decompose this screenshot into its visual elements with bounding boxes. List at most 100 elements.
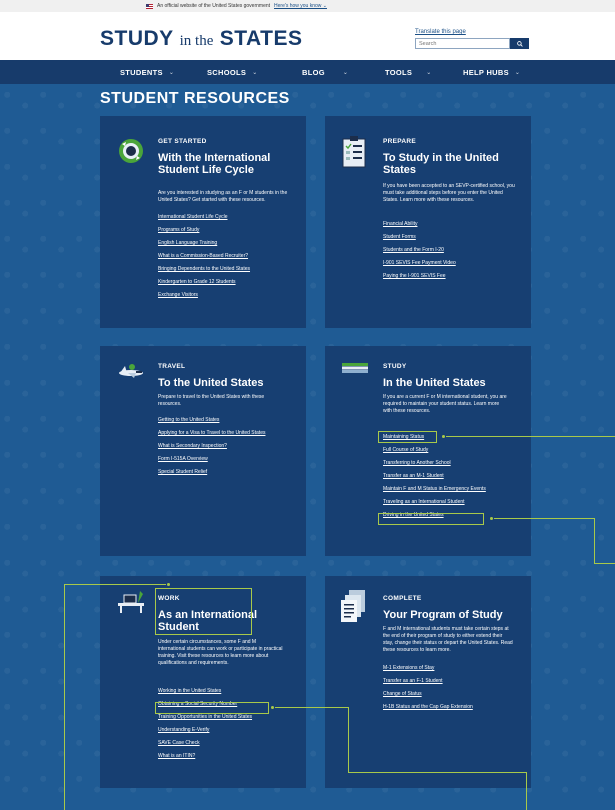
link-traveling-as-international-student[interactable]: Traveling as an International Student [383, 499, 508, 506]
card-eyebrow: WORK [158, 595, 180, 602]
card-eyebrow: STUDY [383, 363, 407, 370]
card-description: Prepare to travel to the United States w… [158, 394, 265, 407]
link-full-course-of-study[interactable]: Full Course of Study [383, 447, 508, 454]
chevron-down-icon: ⌄ [514, 69, 521, 76]
site-header: STUDY in the STATES Translate this page [0, 12, 615, 60]
link-secondary-inspection[interactable]: What is Secondary Inspection? [158, 443, 286, 450]
nav-students[interactable]: STUDENTS ⌄ [120, 68, 174, 77]
chevron-down-icon: ⌄ [426, 69, 432, 76]
card-heading: To the United States [158, 377, 264, 389]
nav-schools[interactable]: SCHOOLS ⌄ [207, 68, 258, 77]
callout-line [526, 772, 527, 810]
link-maintain-status-emergency[interactable]: Maintain F and M Status in Emergency Eve… [383, 486, 508, 493]
chevron-down-icon: ⌄ [252, 69, 258, 76]
link-paying-i901-sevis-fee[interactable]: Paying the I-901 SEVIS Fee [383, 273, 456, 280]
callout-line [594, 563, 615, 564]
search-button[interactable] [510, 38, 529, 49]
heres-how-you-know-link[interactable]: Here's how you know ⌄ [274, 3, 327, 9]
nav-students-label: STUDENTS [120, 67, 163, 77]
card-links: International Student Life Cycle Program… [158, 214, 250, 305]
card-description: F and M international students must take… [383, 626, 513, 653]
card-links: Financial Ability Student Forms Students… [383, 221, 456, 286]
callout-dot [166, 582, 171, 587]
link-international-student-life-cycle[interactable]: International Student Life Cycle [158, 214, 250, 221]
nav-help-hubs[interactable]: HELP HUBS ⌄ [463, 68, 520, 77]
callout-line [594, 518, 595, 563]
card-description: If you are a current F or M internationa… [383, 394, 507, 414]
link-obtaining-social-security-number[interactable]: Obtaining a Social Security Number [158, 701, 288, 708]
card-heading: With the International Student Life Cycl… [158, 152, 271, 176]
link-transfer-as-f1-student[interactable]: Transfer as an F-1 Student [383, 678, 513, 685]
nav-help-hubs-label: HELP HUBS [463, 67, 509, 77]
link-exchange-visitors[interactable]: Exchange Visitors [158, 292, 250, 299]
airplane-icon [119, 364, 143, 378]
link-student-forms[interactable]: Student Forms [383, 234, 456, 241]
search-input[interactable] [415, 38, 510, 49]
logo-study: STUDY [100, 27, 174, 50]
chevron-down-icon: ⌄ [342, 69, 349, 76]
translate-link[interactable]: Translate this page [415, 29, 466, 35]
card-eyebrow: COMPLETE [383, 595, 422, 602]
callout-line [348, 707, 349, 773]
link-form-i515a-overview[interactable]: Form I-515A Overview [158, 456, 286, 463]
card-heading: As an International Student [158, 609, 258, 633]
link-financial-ability[interactable]: Financial Ability [383, 221, 456, 228]
card-eyebrow: TRAVEL [158, 363, 186, 370]
nav-tools-label: TOOLS [385, 67, 413, 77]
link-commission-based-recruiter[interactable]: What is a Commission-Based Recruiter? [158, 253, 250, 260]
callout-line [275, 707, 349, 708]
gov-banner: An official website of the United States… [0, 0, 615, 12]
logo-in-the: in the [179, 33, 214, 49]
link-english-language-training[interactable]: English Language Training [158, 240, 250, 247]
link-transfer-as-m1-student[interactable]: Transfer as an M-1 Student [383, 473, 508, 480]
clipboard-checklist-icon [342, 136, 366, 168]
nav-blog[interactable]: BLOG ⌄ [302, 68, 348, 77]
card-heading: To Study in the United States [383, 152, 499, 176]
link-working-in-united-states[interactable]: Working in the United States [158, 688, 288, 695]
link-understanding-e-verify[interactable]: Understanding E-Verify [158, 727, 288, 734]
link-m1-extensions-of-stay[interactable]: M-1 Extensions of Stay [383, 665, 513, 672]
card-prepare: PREPARE To Study in the United States If… [325, 116, 531, 328]
link-bringing-dependents[interactable]: Bringing Dependents to the United States [158, 266, 250, 273]
card-links: Maintaining Status Full Course of Study … [383, 434, 508, 525]
search-form [415, 38, 529, 49]
chevron-down-icon: ⌄ [168, 69, 175, 76]
link-special-student-relief[interactable]: Special Student Relief [158, 469, 286, 476]
card-travel: TRAVEL To the United States Prepare to t… [100, 346, 306, 556]
link-what-is-itin[interactable]: What is an ITIN? [158, 753, 288, 760]
site-logo[interactable]: STUDY in the STATES [100, 27, 302, 51]
link-save-case-check[interactable]: SAVE Case Check [158, 740, 288, 747]
link-h1b-cap-gap-extension[interactable]: H-1B Status and the Cap Gap Extension [383, 704, 513, 711]
books-icon [342, 363, 368, 373]
logo-states: STATES [219, 27, 303, 50]
link-programs-of-study[interactable]: Programs of Study [158, 227, 250, 234]
card-work: WORK As an International Student Under c… [100, 576, 306, 788]
nav-schools-label: SCHOOLS [207, 67, 247, 77]
card-heading: Your Program of Study [383, 609, 503, 621]
link-i901-sevis-fee-video[interactable]: I-901 SEVIS Fee Payment Video [383, 260, 456, 267]
link-getting-to-united-states[interactable]: Getting to the United States [158, 417, 286, 424]
search-icon [516, 40, 523, 47]
work-desk-icon [118, 591, 144, 613]
nav-tools[interactable]: TOOLS ⌄ [385, 68, 432, 77]
card-links: Getting to the United States Applying fo… [158, 417, 286, 482]
link-change-of-status[interactable]: Change of Status [383, 691, 513, 698]
callout-line [446, 436, 615, 437]
card-links: M-1 Extensions of Stay Transfer as an F-… [383, 665, 513, 717]
card-links: Working in the United States Obtaining a… [158, 688, 288, 766]
card-get-started: GET STARTED With the International Stude… [100, 116, 306, 328]
main-nav: STUDENTS ⌄ SCHOOLS ⌄ BLOG ⌄ TOOLS ⌄ HELP HUB… [0, 60, 615, 84]
link-students-and-form-i20[interactable]: Students and the Form I-20 [383, 247, 456, 254]
link-applying-for-visa[interactable]: Applying for a Visa to Travel to the Uni… [158, 430, 286, 437]
link-training-opportunities[interactable]: Training Opportunities in the United Sta… [158, 714, 288, 721]
link-kindergarten-grade-12[interactable]: Kindergarten to Grade 12 Students [158, 279, 250, 286]
card-description: If you have been accepted to an SEVP-cer… [383, 183, 515, 203]
card-eyebrow: PREPARE [383, 138, 417, 145]
callout-line [64, 584, 166, 585]
card-heading: In the United States [383, 377, 486, 389]
link-transferring-to-another-school[interactable]: Transferring to Another School [383, 460, 508, 467]
page-title: STUDENT RESOURCES [100, 90, 290, 107]
card-study: STUDY In the United States If you are a … [325, 346, 531, 556]
us-flag-icon [146, 3, 153, 9]
callout-line [348, 772, 526, 773]
